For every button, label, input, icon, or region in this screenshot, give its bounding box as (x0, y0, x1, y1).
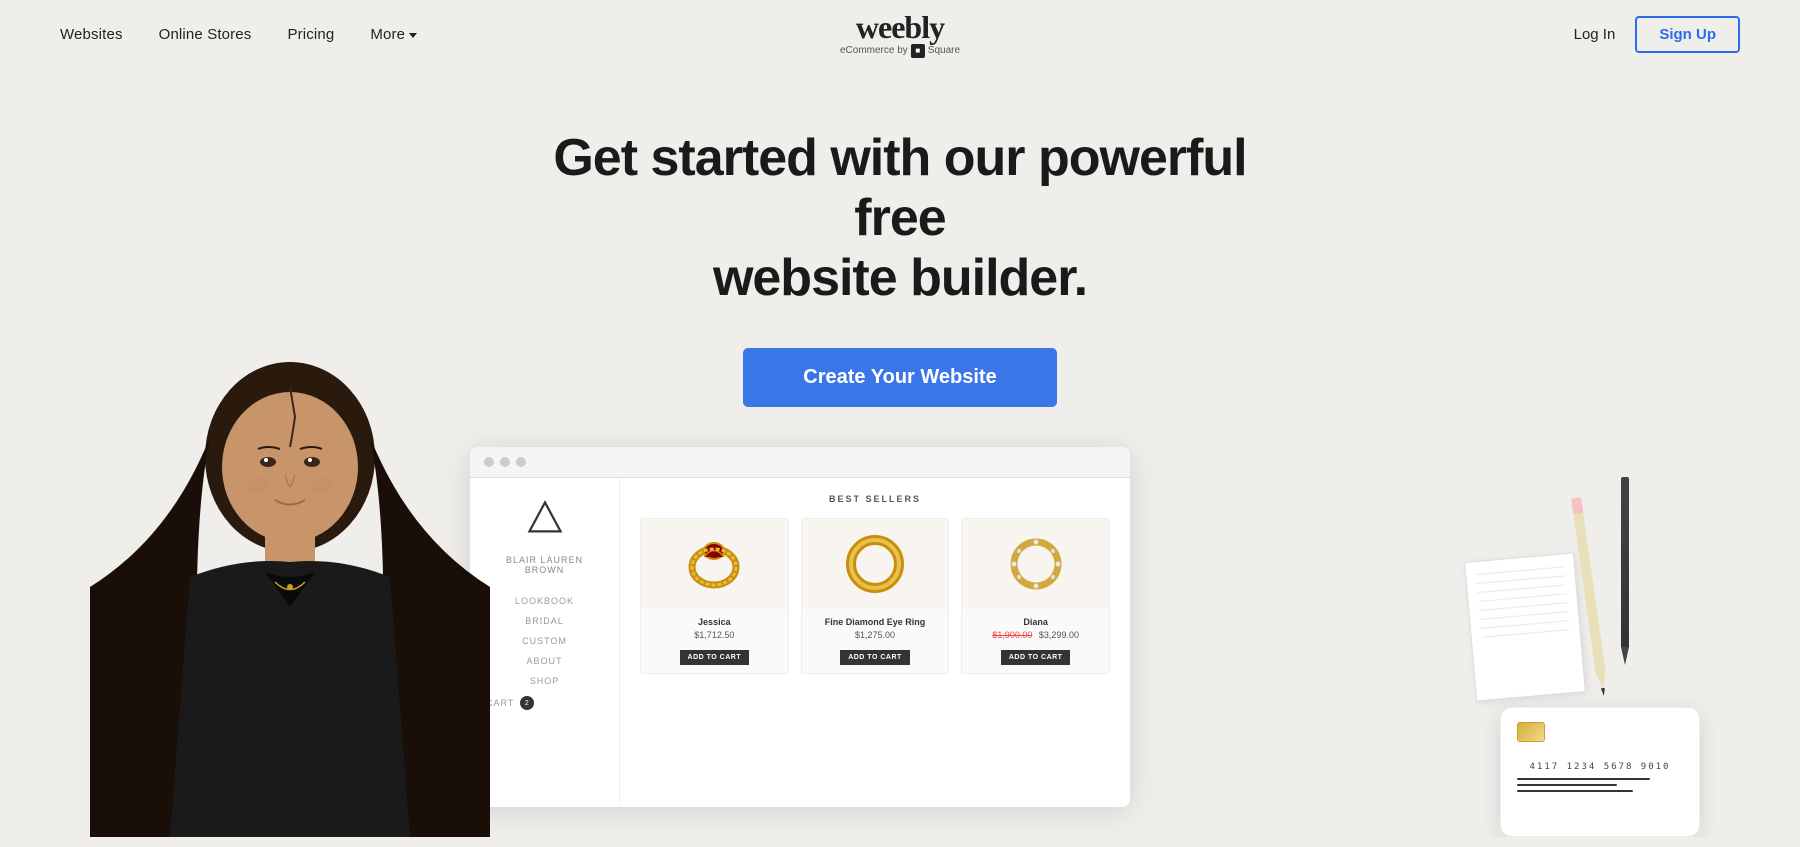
product-name-1: Jessica (649, 617, 780, 627)
notebook-line (1479, 603, 1567, 612)
notebook-line (1482, 630, 1570, 639)
deco-illustrations: 4117 1234 5678 9010 (1440, 477, 1700, 837)
browser-window: BLAIR LAUREN BROWN LOOKBOOK BRIDAL CUSTO… (470, 447, 1130, 807)
notebook-line (1478, 585, 1566, 594)
product-card-2: Fine Diamond Eye Ring $1,275.00 ADD TO C… (801, 518, 950, 674)
card-line (1517, 790, 1633, 792)
hero-headline-line1: Get started with our powerful free (553, 129, 1246, 247)
card-chip (1517, 722, 1545, 742)
browser-bar (470, 447, 1130, 478)
add-to-cart-2[interactable]: ADD TO CART (840, 650, 910, 665)
browser-dot-2 (500, 457, 510, 467)
person-illustration (90, 337, 490, 837)
chevron-down-icon (409, 33, 417, 38)
inner-nav-lookbook: LOOKBOOK (486, 591, 603, 611)
logo: weebly eCommerce by ■ Square (840, 11, 960, 58)
inner-nav-shop: SHOP (486, 671, 603, 691)
signup-button[interactable]: Sign Up (1635, 16, 1740, 53)
product-name-2: Fine Diamond Eye Ring (810, 617, 941, 627)
pencil-point (1601, 688, 1606, 696)
product-info-2: Fine Diamond Eye Ring $1,275.00 ADD TO C… (802, 609, 949, 673)
inner-nav-about: ABOUT (486, 651, 603, 671)
create-website-button[interactable]: Create Your Website (743, 348, 1056, 407)
ecommerce-by-label: eCommerce by (840, 46, 908, 56)
inner-cart: CART 2 (486, 691, 603, 715)
product-image-2 (802, 519, 949, 609)
notebook-line (1476, 567, 1564, 576)
pencil-tip (1596, 672, 1608, 689)
product-original-price-3: $3,299.00 (1039, 630, 1079, 640)
inner-nav-custom: CUSTOM (486, 631, 603, 651)
card-line (1517, 784, 1617, 786)
inner-main-content: BEST SELLERS (620, 478, 1130, 803)
hero-headline: Get started with our powerful free websi… (520, 129, 1280, 308)
product-sale-price-3: $1,900.00 (992, 630, 1032, 640)
hero-headline-line2: website builder. (713, 249, 1087, 307)
browser-dot-3 (516, 457, 526, 467)
card-number: 4117 1234 5678 9010 (1517, 762, 1683, 772)
add-to-cart-3[interactable]: ADD TO CART (1001, 650, 1071, 665)
pen-body (1621, 477, 1629, 647)
notebook-line (1479, 594, 1567, 603)
nav-pricing[interactable]: Pricing (287, 26, 334, 43)
inner-sidebar: BLAIR LAUREN BROWN LOOKBOOK BRIDAL CUSTO… (470, 478, 620, 803)
product-price-2: $1,275.00 (810, 630, 941, 640)
product-card-3: Diana $1,900.00 $3,299.00 ADD TO CART (961, 518, 1110, 674)
product-price-1: $1,712.50 (649, 630, 780, 640)
product-info-1: Jessica $1,712.50 ADD TO CART (641, 609, 788, 673)
browser-body: BLAIR LAUREN BROWN LOOKBOOK BRIDAL CUSTO… (470, 478, 1130, 803)
cart-label: CART (486, 698, 514, 708)
product-info-3: Diana $1,900.00 $3,299.00 ADD TO CART (962, 609, 1109, 673)
logo-subtitle: eCommerce by ■ Square (840, 44, 960, 58)
nav-more[interactable]: More (370, 26, 417, 43)
pen-illustration (1610, 477, 1640, 677)
square-label: Square (928, 46, 960, 56)
nav-left: Websites Online Stores Pricing More (60, 26, 417, 43)
cart-count: 2 (520, 696, 534, 710)
square-icon: ■ (911, 44, 925, 58)
product-card-1: Jessica $1,712.50 ADD TO CART (640, 518, 789, 674)
add-to-cart-1[interactable]: ADD TO CART (680, 650, 750, 665)
nav-right: Log In Sign Up (1574, 16, 1740, 53)
product-image-1 (641, 519, 788, 609)
product-name-3: Diana (970, 617, 1101, 627)
inner-logo (486, 498, 603, 543)
nav-more-label: More (370, 26, 405, 43)
notebook-line (1477, 576, 1565, 585)
inner-nav-bridal: BRIDAL (486, 611, 603, 631)
products-grid: Jessica $1,712.50 ADD TO CART (640, 518, 1110, 674)
product-price-3: $1,900.00 $3,299.00 (970, 630, 1101, 640)
product-image-3 (962, 519, 1109, 609)
best-sellers-label: BEST SELLERS (640, 494, 1110, 504)
pen-tip (1621, 647, 1629, 665)
hero-content-area: BLAIR LAUREN BROWN LOOKBOOK BRIDAL CUSTO… (0, 447, 1800, 837)
hero-section: Get started with our powerful free websi… (0, 69, 1800, 837)
card-line (1517, 778, 1650, 780)
card-signature-lines (1517, 778, 1683, 792)
nav-online-stores[interactable]: Online Stores (159, 26, 252, 43)
notebook-line (1481, 621, 1569, 630)
login-button[interactable]: Log In (1574, 26, 1616, 43)
nav-websites[interactable]: Websites (60, 26, 123, 43)
header: Websites Online Stores Pricing More weeb… (0, 0, 1800, 69)
credit-card-illustration: 4117 1234 5678 9010 (1500, 707, 1700, 837)
inner-brand-name: BLAIR LAUREN BROWN (486, 555, 603, 575)
notebook-lines (1465, 554, 1580, 651)
notebook-line (1480, 612, 1568, 621)
logo-text: weebly (840, 11, 960, 43)
notebook-illustration (1464, 553, 1586, 702)
